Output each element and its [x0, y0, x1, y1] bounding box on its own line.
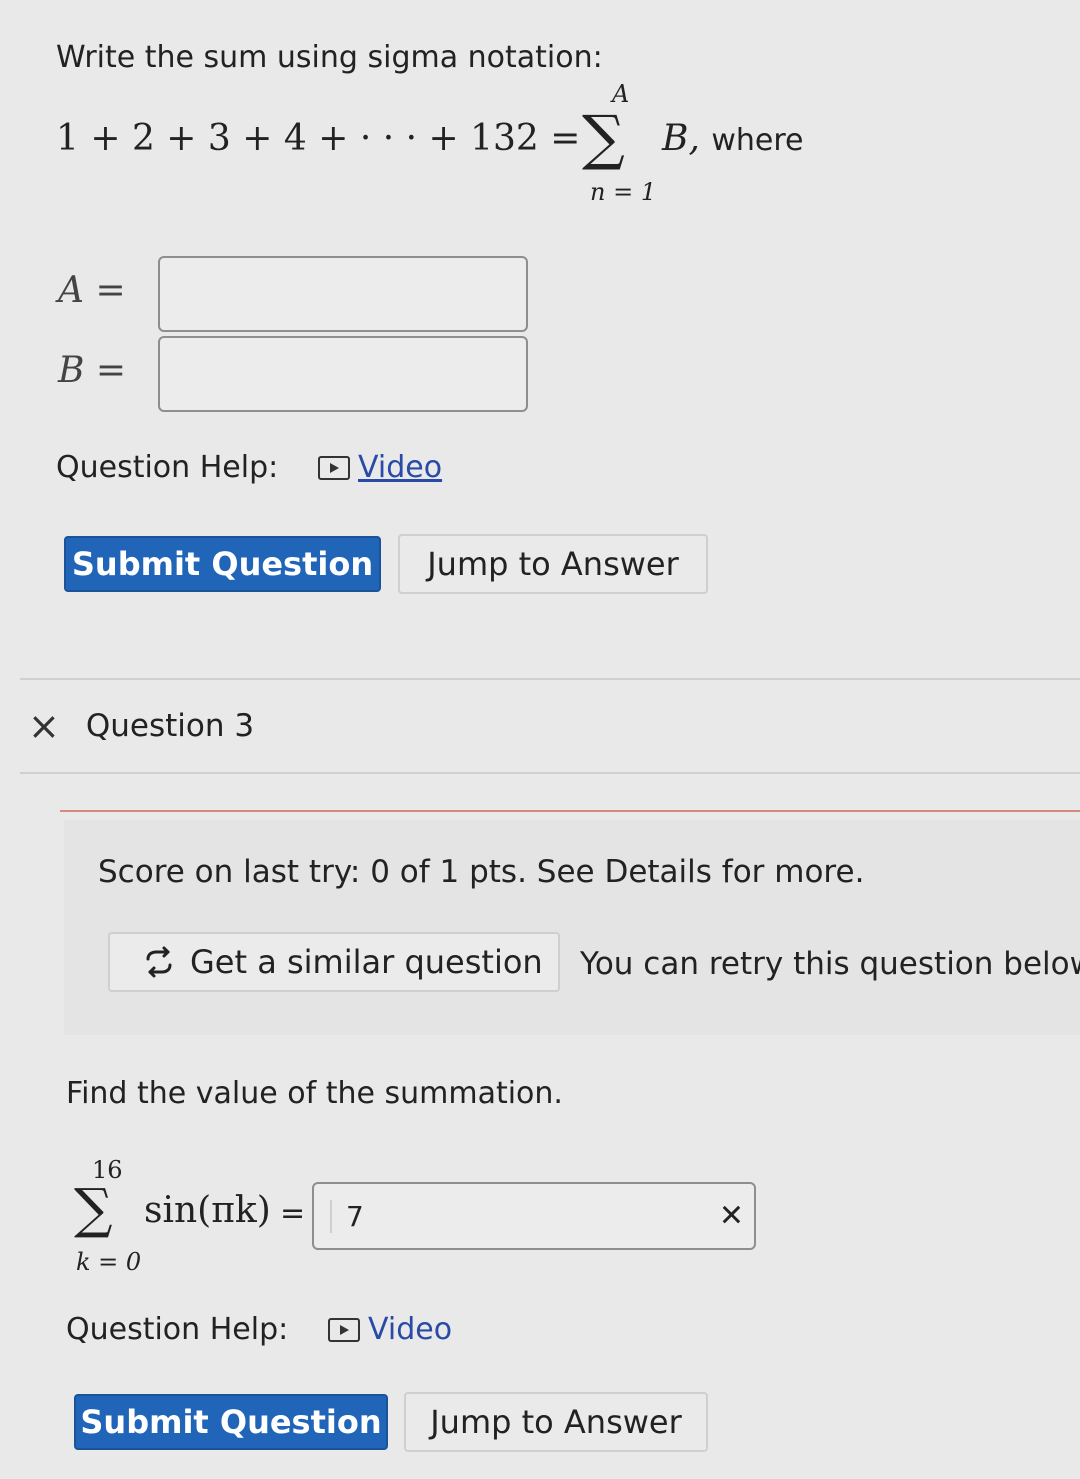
question-prompt: Write the sum using sigma notation: — [56, 40, 603, 75]
video-help-link-3[interactable]: Video — [328, 1312, 452, 1347]
score-text: Score on last try: 0 of 1 pts. See Detai… — [98, 854, 865, 890]
question-prompt-3: Find the value of the summation. — [66, 1076, 563, 1111]
field-a-label: A = — [58, 270, 126, 311]
summand: B, — [662, 118, 700, 159]
answer-a-input[interactable] — [158, 256, 528, 332]
accent-divider — [60, 810, 1080, 812]
question-help-label-3: Question Help: — [66, 1312, 289, 1347]
video-label-3: Video — [368, 1312, 453, 1347]
retry-text: You can retry this question below — [580, 946, 1080, 982]
submit-question-button-3[interactable]: Submit Question — [74, 1394, 388, 1450]
where-label: where — [711, 123, 804, 158]
play-icon — [328, 1317, 360, 1342]
header-divider — [20, 772, 1080, 774]
answer-b-input[interactable] — [158, 336, 528, 412]
wrong-mark-icon: ✕ — [718, 1198, 744, 1234]
similar-question-label: Get a similar question — [190, 943, 543, 981]
sum-expression: 1 + 2 + 3 + 4 + · · · + 132 = — [56, 118, 581, 159]
answer-value: 7 — [330, 1199, 364, 1233]
summation-answer-input[interactable]: 7 ✕ — [312, 1182, 756, 1250]
jump-to-answer-button[interactable]: Jump to Answer — [398, 534, 708, 594]
video-help-link[interactable]: Video — [318, 450, 442, 485]
field-b-label: B = — [58, 350, 127, 391]
summation-expression: sin(πk) — [144, 1190, 271, 1231]
question-3-title: Question 3 — [85, 708, 255, 744]
section-divider — [20, 678, 1080, 680]
question-help-label: Question Help: — [56, 450, 279, 485]
question-3-header[interactable]: × Question 3 — [28, 704, 254, 748]
video-label: Video — [358, 450, 443, 485]
similar-question-button[interactable]: Get a similar question — [108, 932, 560, 992]
retry-icon — [142, 945, 176, 979]
sigma-lower-limit-3: k = 0 — [76, 1248, 142, 1276]
play-icon — [318, 455, 350, 480]
sigma-notation: A ∑ n = 1 — [582, 80, 662, 210]
sigma-icon: ∑ — [582, 103, 625, 173]
close-icon[interactable]: × — [28, 704, 60, 748]
submit-question-button[interactable]: Submit Question — [64, 536, 381, 592]
jump-to-answer-button-3[interactable]: Jump to Answer — [404, 1392, 708, 1452]
score-panel — [64, 820, 1080, 1035]
sigma-icon-3: ∑ — [74, 1177, 113, 1240]
sigma-lower-limit: n = 1 — [590, 178, 657, 206]
summand-text: B, where — [662, 118, 804, 159]
equals-sign: = — [280, 1196, 306, 1231]
